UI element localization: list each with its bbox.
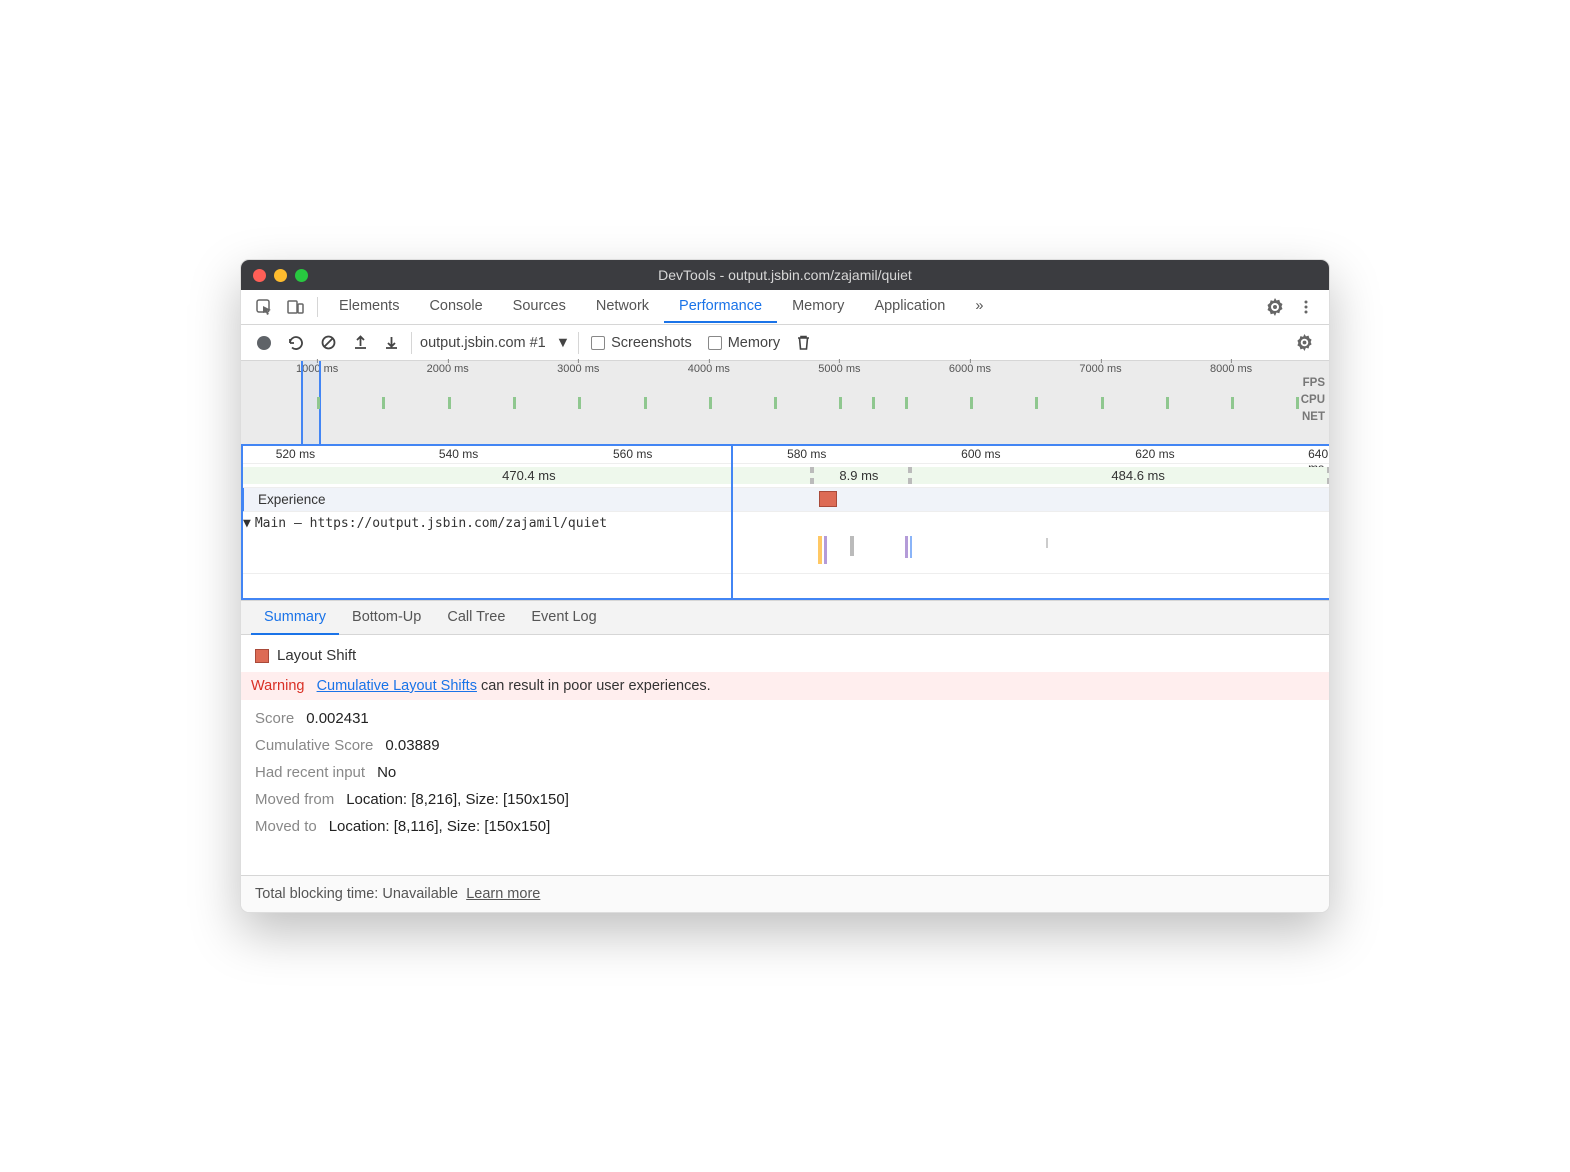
overview-tick: 6000 ms	[949, 363, 991, 375]
overview-tick: 7000 ms	[1079, 363, 1121, 375]
tab-sources[interactable]: Sources	[498, 291, 581, 323]
frame-duration: 8.9 ms	[839, 468, 878, 483]
tab-bottom-up[interactable]: Bottom-Up	[339, 601, 434, 634]
capture-settings-icon[interactable]	[1288, 330, 1321, 355]
reload-button[interactable]	[279, 330, 312, 355]
footer: Total blocking time: Unavailable Learn m…	[241, 875, 1329, 912]
flame-chart[interactable]: 520 ms 540 ms 560 ms 580 ms 600 ms 620 m…	[241, 446, 1329, 601]
detail-row: Had recent inputNo	[255, 764, 1315, 781]
detail-tabs: Summary Bottom-Up Call Tree Event Log	[241, 601, 1329, 635]
tab-application[interactable]: Application	[859, 291, 960, 323]
event-title: Layout Shift	[277, 647, 356, 664]
inspect-element-icon[interactable]	[249, 295, 280, 320]
load-profile-button[interactable]	[345, 331, 376, 354]
tab-call-tree[interactable]: Call Tree	[434, 601, 518, 634]
overview-tick: 5000 ms	[818, 363, 860, 375]
tab-elements[interactable]: Elements	[324, 291, 414, 323]
memory-checkbox[interactable]: Memory	[708, 335, 780, 351]
tbt-value: Unavailable	[382, 886, 458, 902]
tab-performance[interactable]: Performance	[664, 291, 777, 323]
detail-row: Score0.002431	[255, 710, 1315, 727]
tab-network[interactable]: Network	[581, 291, 664, 323]
frames-track[interactable]: Frames 470.4 ms 8.9 ms 484.6 ms	[241, 464, 1329, 488]
overview-side-labels: FPS CPU NET	[1301, 375, 1325, 426]
layout-shift-event[interactable]	[819, 491, 837, 507]
frame-duration: 470.4 ms	[502, 468, 555, 483]
detail-row: Cumulative Score0.03889	[255, 737, 1315, 754]
warning-label: Warning	[251, 678, 304, 694]
save-profile-button[interactable]	[376, 331, 407, 354]
timeline-overview[interactable]: 1000 ms 2000 ms 3000 ms 4000 ms 5000 ms …	[241, 361, 1329, 446]
collapse-arrow-icon[interactable]: ▼	[243, 516, 251, 531]
overview-tick: 2000 ms	[427, 363, 469, 375]
experience-track[interactable]: Experience	[241, 488, 1329, 512]
devtools-window: DevTools - output.jsbin.com/zajamil/quie…	[240, 259, 1330, 913]
screenshots-checkbox[interactable]: Screenshots	[591, 335, 692, 351]
main-toolbar: Elements Console Sources Network Perform…	[241, 290, 1329, 325]
frame-duration: 484.6 ms	[1111, 468, 1164, 483]
settings-icon[interactable]	[1259, 294, 1291, 320]
more-tabs-button[interactable]: »	[960, 291, 998, 323]
overview-tick: 4000 ms	[688, 363, 730, 375]
warning-row: Warning Cumulative Layout Shifts can res…	[241, 672, 1329, 700]
tab-event-log[interactable]: Event Log	[518, 601, 609, 634]
detail-row: Moved fromLocation: [8,216], Size: [150x…	[255, 791, 1315, 808]
titlebar: DevTools - output.jsbin.com/zajamil/quie…	[241, 260, 1329, 290]
recording-name: output.jsbin.com #1	[420, 335, 546, 351]
record-button[interactable]	[249, 332, 279, 354]
event-color-swatch	[255, 649, 269, 663]
device-toggle-icon[interactable]	[280, 295, 311, 320]
cls-help-link[interactable]: Cumulative Layout Shifts	[317, 678, 477, 694]
tab-console[interactable]: Console	[414, 291, 497, 323]
main-track-label: Main — https://output.jsbin.com/zajamil/…	[255, 516, 607, 531]
detail-row: Moved toLocation: [8,116], Size: [150x15…	[255, 818, 1315, 835]
kebab-menu-icon[interactable]	[1291, 295, 1321, 319]
overview-tick: 8000 ms	[1210, 363, 1252, 375]
learn-more-link[interactable]: Learn more	[466, 886, 540, 902]
window-title: DevTools - output.jsbin.com/zajamil/quie…	[241, 267, 1329, 283]
tbt-label: Total blocking time:	[255, 886, 382, 902]
main-track[interactable]: ▼ Main — https://output.jsbin.com/zajami…	[241, 512, 1329, 574]
clear-button[interactable]	[312, 330, 345, 355]
tab-summary[interactable]: Summary	[251, 601, 339, 635]
tab-memory[interactable]: Memory	[777, 291, 859, 323]
recording-selector[interactable]: output.jsbin.com #1 ▼	[411, 332, 579, 354]
chevron-down-icon: ▼	[556, 335, 570, 351]
trash-button[interactable]	[788, 331, 819, 355]
summary-details: Layout Shift Warning Cumulative Layout S…	[241, 635, 1329, 857]
overview-tick: 3000 ms	[557, 363, 599, 375]
performance-toolbar: output.jsbin.com #1 ▼ Screenshots Memory	[241, 325, 1329, 361]
panel-tabs: Elements Console Sources Network Perform…	[324, 291, 998, 323]
